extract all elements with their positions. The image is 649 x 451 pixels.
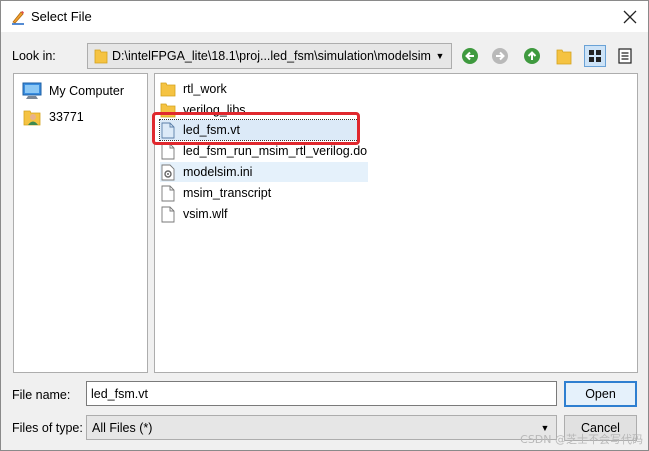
list-item[interactable]: msim_transcript bbox=[160, 183, 273, 203]
list-item[interactable]: led_fsm_run_msim_rtl_verilog.do bbox=[160, 141, 369, 161]
sidebar-item-label: 33771 bbox=[49, 110, 84, 124]
file-name: led_fsm.vt bbox=[183, 123, 240, 137]
file-list: rtl_work verilog_libs led_fsm.vt led_fsm… bbox=[154, 73, 638, 373]
sidebar-item-label: My Computer bbox=[49, 84, 125, 98]
file-type-label: Files of type: bbox=[12, 421, 83, 435]
sidebar: My Computer 33771 bbox=[13, 73, 148, 373]
pencil-icon bbox=[10, 9, 26, 25]
close-icon bbox=[623, 10, 637, 24]
look-in-combo[interactable]: D:\intelFPGA_lite\18.1\proj...led_fsm\si… bbox=[87, 43, 452, 69]
back-arrow-icon bbox=[462, 48, 478, 64]
file-name: msim_transcript bbox=[183, 186, 272, 200]
up-arrow-icon bbox=[524, 48, 540, 64]
file-type-select[interactable]: All Files (*) ▼ bbox=[86, 415, 557, 440]
look-in-path: D:\intelFPGA_lite\18.1\proj...led_fsm\si… bbox=[112, 49, 431, 63]
window-title: Select File bbox=[31, 9, 92, 24]
select-file-dialog: Select File Look in: D:\intelFPGA_lite\1… bbox=[0, 0, 649, 451]
settings-file-icon bbox=[160, 163, 176, 181]
list-item-selected[interactable]: led_fsm.vt bbox=[159, 119, 359, 141]
file-name: vsim.wlf bbox=[183, 207, 228, 221]
open-button[interactable]: Open bbox=[564, 381, 637, 407]
file-icon bbox=[160, 205, 176, 223]
file-icon bbox=[160, 121, 176, 139]
detail-view-icon bbox=[618, 48, 632, 64]
close-button[interactable] bbox=[620, 7, 640, 27]
detail-view-button[interactable] bbox=[614, 45, 636, 67]
file-icon bbox=[160, 142, 176, 160]
file-name-label: File name: bbox=[12, 388, 71, 402]
folder-icon bbox=[94, 48, 108, 64]
list-item[interactable]: vsim.wlf bbox=[160, 204, 229, 224]
watermark: CSDN @芝士不会写代码 bbox=[520, 433, 643, 446]
sidebar-item-user[interactable]: 33771 bbox=[20, 106, 84, 128]
computer-icon bbox=[20, 80, 44, 102]
grid-view-icon bbox=[589, 50, 601, 62]
file-icon bbox=[160, 184, 176, 202]
file-name: led_fsm_run_msim_rtl_verilog.do bbox=[183, 144, 368, 158]
look-in-label: Look in: bbox=[12, 49, 56, 63]
sidebar-item-my-computer[interactable]: My Computer bbox=[20, 80, 124, 102]
list-view-button[interactable] bbox=[584, 45, 606, 67]
list-item[interactable]: verilog_libs bbox=[160, 100, 248, 120]
back-button[interactable] bbox=[459, 45, 481, 67]
folder-icon bbox=[160, 80, 176, 98]
file-name-input[interactable] bbox=[86, 381, 557, 406]
forward-arrow-icon bbox=[492, 48, 508, 64]
file-name: modelsim.ini bbox=[183, 165, 253, 179]
parent-directory-button[interactable] bbox=[521, 45, 543, 67]
dropdown-arrow-icon[interactable]: ▼ bbox=[432, 45, 448, 67]
list-item[interactable]: modelsim.ini bbox=[160, 162, 368, 182]
file-name: verilog_libs bbox=[183, 103, 246, 117]
file-name: rtl_work bbox=[183, 82, 227, 96]
file-type-value: All Files (*) bbox=[92, 420, 153, 435]
forward-button[interactable] bbox=[489, 45, 511, 67]
new-folder-button[interactable] bbox=[553, 45, 575, 67]
user-folder-icon bbox=[20, 106, 44, 128]
new-folder-icon bbox=[556, 49, 572, 65]
title-bar: Select File bbox=[1, 1, 648, 32]
list-item[interactable]: rtl_work bbox=[160, 79, 229, 99]
folder-icon bbox=[160, 101, 176, 119]
